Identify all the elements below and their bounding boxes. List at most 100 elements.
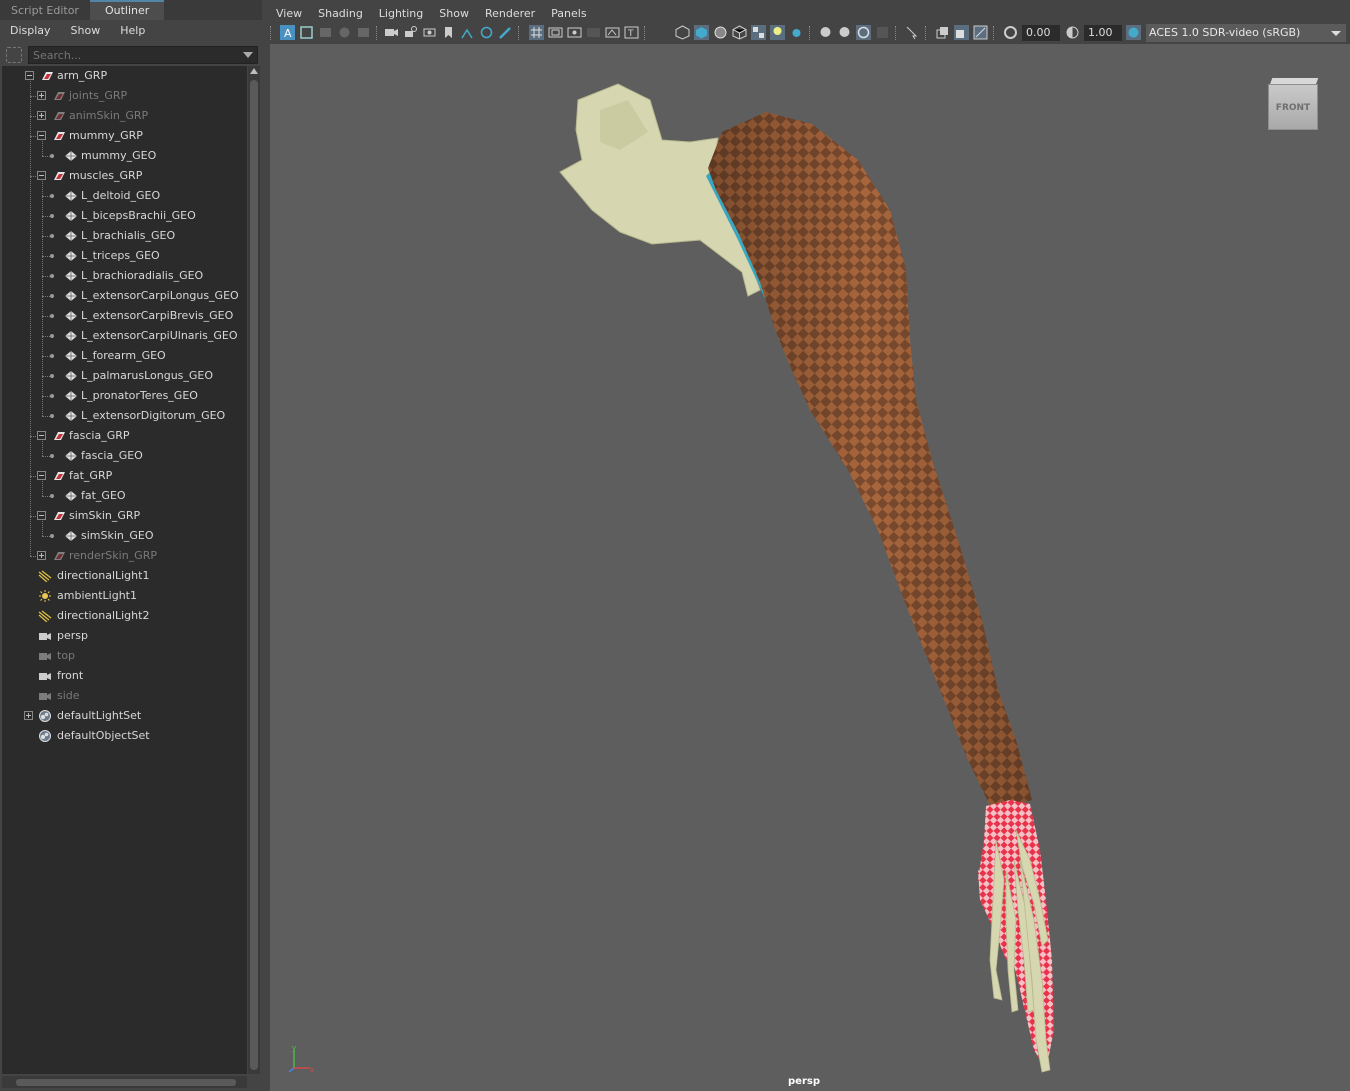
outliner-item[interactable]: directionalLight1	[2, 566, 247, 586]
motion-blur-icon[interactable]	[818, 25, 833, 40]
menu-help[interactable]: Help	[110, 20, 155, 42]
field-chart-icon[interactable]	[460, 25, 475, 40]
wireframe-on-shaded-icon[interactable]	[713, 25, 728, 40]
shadows-icon[interactable]	[770, 25, 785, 40]
xray-active-icon[interactable]	[973, 25, 988, 40]
outliner-item[interactable]: fascia_GRP	[2, 426, 247, 446]
vertical-scrollbar[interactable]	[248, 66, 260, 1074]
expand-icon[interactable]	[37, 91, 46, 100]
gamma-field[interactable]: 1.00	[1084, 25, 1122, 41]
menu-show[interactable]: Show	[61, 20, 111, 42]
outliner-item[interactable]: L_extensorCarpiUlnaris_GEO	[2, 326, 247, 346]
outliner-item[interactable]: defaultObjectSet	[2, 726, 247, 746]
outliner-item[interactable]: L_bicepsBrachii_GEO	[2, 206, 247, 226]
outliner-item[interactable]: L_deltoid_GEO	[2, 186, 247, 206]
horizontal-scrollbar[interactable]	[2, 1076, 247, 1088]
bookmark-icon[interactable]	[318, 25, 333, 40]
outliner-item[interactable]: fat_GRP	[2, 466, 247, 486]
outliner-item[interactable]: ambientLight1	[2, 586, 247, 606]
outliner-item[interactable]: front	[2, 666, 247, 686]
outliner-item[interactable]: directionalLight2	[2, 606, 247, 626]
resolution-gate-icon[interactable]	[441, 25, 456, 40]
hud-icon[interactable]	[935, 25, 950, 40]
color-space-dropdown[interactable]: ACES 1.0 SDR-video (sRGB)	[1146, 24, 1346, 42]
menu-lighting[interactable]: Lighting	[371, 2, 431, 24]
pencil-icon[interactable]	[498, 25, 513, 40]
outliner-item[interactable]: simSkin_GEO	[2, 526, 247, 546]
outliner-item[interactable]: side	[2, 686, 247, 706]
scroll-up-icon[interactable]	[250, 68, 258, 74]
camera-attributes-icon[interactable]	[299, 25, 314, 40]
outliner-item[interactable]: L_extensorCarpiLongus_GEO	[2, 286, 247, 306]
menu-display[interactable]: Display	[0, 20, 61, 42]
exposure-icon[interactable]	[1003, 25, 1018, 40]
safe-area-icon[interactable]	[586, 25, 601, 40]
depth-of-field-icon[interactable]	[856, 25, 871, 40]
collapse-icon[interactable]	[37, 171, 46, 180]
outliner-item[interactable]: L_brachioradialis_GEO	[2, 266, 247, 286]
lock-camera-icon[interactable]	[403, 25, 418, 40]
outliner-item[interactable]: L_extensorDigitorum_GEO	[2, 406, 247, 426]
outliner-item[interactable]: L_brachialis_GEO	[2, 226, 247, 246]
collapse-icon[interactable]	[37, 431, 46, 440]
safe-title-icon[interactable]	[605, 25, 620, 40]
select-camera-icon[interactable]: A	[280, 25, 295, 40]
textured-icon[interactable]	[732, 25, 747, 40]
outliner-item[interactable]: L_palmarusLongus_GEO	[2, 366, 247, 386]
search-input[interactable]	[28, 46, 258, 64]
xray-joints-icon[interactable]	[954, 25, 969, 40]
collapse-icon[interactable]	[25, 71, 34, 80]
outliner-item[interactable]: fat_GEO	[2, 486, 247, 506]
outliner-item[interactable]: L_triceps_GEO	[2, 246, 247, 266]
tab-outliner[interactable]: Outliner	[89, 0, 165, 20]
menu-renderer[interactable]: Renderer	[477, 2, 543, 24]
scrollbar-thumb[interactable]	[250, 80, 258, 1070]
expand-icon[interactable]	[37, 551, 46, 560]
viewcube-front-face[interactable]: FRONT	[1268, 84, 1318, 130]
xray-icon[interactable]	[905, 25, 920, 40]
grid-icon[interactable]	[529, 25, 544, 40]
outliner-item[interactable]: fascia_GEO	[2, 446, 247, 466]
ambient-occlusion-icon[interactable]	[789, 25, 804, 40]
scrollbar-thumb-horizontal[interactable]	[16, 1079, 236, 1086]
film-gate-icon[interactable]	[422, 25, 437, 40]
menu-view[interactable]: View	[268, 2, 310, 24]
expand-icon[interactable]	[37, 111, 46, 120]
outliner-item[interactable]: L_pronatorTeres_GEO	[2, 386, 247, 406]
wireframe-icon[interactable]	[675, 25, 690, 40]
viewport-3d[interactable]: FRONT y x persp	[270, 44, 1350, 1091]
color-management-icon[interactable]	[1126, 25, 1141, 40]
outliner-item[interactable]: simSkin_GRP	[2, 506, 247, 526]
expand-icon[interactable]	[24, 711, 33, 720]
film-gate-mask-icon[interactable]	[548, 25, 563, 40]
outliner-item[interactable]: L_forearm_GEO	[2, 346, 247, 366]
text-icon[interactable]: T	[624, 25, 639, 40]
isolate-select-icon[interactable]	[875, 25, 890, 40]
smooth-shade-icon[interactable]	[694, 25, 709, 40]
use-all-lights-icon[interactable]	[751, 25, 766, 40]
menu-panels[interactable]: Panels	[543, 2, 594, 24]
gamma-icon[interactable]	[1065, 25, 1080, 40]
viewcube[interactable]: FRONT	[1268, 78, 1319, 130]
outliner-item[interactable]: renderSkin_GRP	[2, 546, 247, 566]
exposure-field[interactable]: 0.00	[1022, 25, 1060, 41]
menu-shading[interactable]: Shading	[310, 2, 371, 24]
camera-icon[interactable]	[384, 25, 399, 40]
outliner-item[interactable]: L_extensorCarpiBrevis_GEO	[2, 306, 247, 326]
outliner-item[interactable]: defaultLightSet	[2, 706, 247, 726]
safe-action-icon[interactable]	[479, 25, 494, 40]
outliner-item[interactable]: joints_GRP	[2, 86, 247, 106]
outliner-item[interactable]: top	[2, 646, 247, 666]
menu-show[interactable]: Show	[431, 2, 477, 24]
anti-aliasing-icon[interactable]	[837, 25, 852, 40]
arm-model[interactable]	[270, 44, 1350, 1091]
search-dropdown-icon[interactable]	[243, 52, 253, 58]
collapse-icon[interactable]	[37, 131, 46, 140]
outliner-item[interactable]: arm_GRP	[2, 66, 247, 86]
gate-icon[interactable]	[567, 25, 582, 40]
outliner-item[interactable]: persp	[2, 626, 247, 646]
outliner-item[interactable]: mummy_GEO	[2, 146, 247, 166]
grease-pencil-icon[interactable]	[356, 25, 371, 40]
collapse-icon[interactable]	[37, 511, 46, 520]
outliner-item[interactable]: muscles_GRP	[2, 166, 247, 186]
